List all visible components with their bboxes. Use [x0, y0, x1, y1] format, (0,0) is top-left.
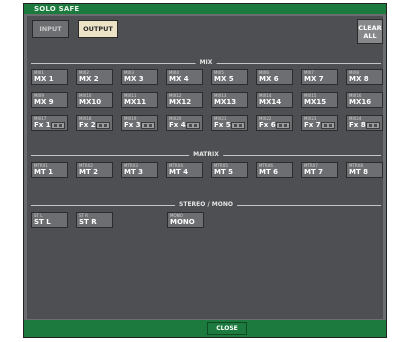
- channel-name-label: MX16: [349, 98, 372, 106]
- channel-name-label: MX14: [259, 98, 282, 106]
- channel-button-mx3[interactable]: MIX3 MX 3: [121, 69, 158, 85]
- channel-name-label: Fx 7: [304, 121, 321, 129]
- mix-section-header: MIX: [31, 59, 381, 67]
- channel-button-fx3[interactable]: MIX19 Fx 3: [121, 115, 158, 131]
- channel-name-label: MT 3: [124, 168, 144, 176]
- channel-name-label: MX 1: [34, 75, 54, 83]
- channel-button-mx2[interactable]: MIX2 MX 2: [76, 69, 113, 85]
- channel-button-mt3[interactable]: MTRX3 MT 3: [121, 162, 158, 178]
- channel-name-label: MX 6: [259, 75, 279, 83]
- channel-name-label: Fx 6: [259, 121, 276, 129]
- channel-name-label: MX13: [214, 98, 237, 106]
- channel-name-label: Fx 5: [214, 121, 231, 129]
- tab-input[interactable]: INPUT: [32, 20, 69, 38]
- channel-name-label: MX 7: [304, 75, 324, 83]
- channel-button-mt1[interactable]: MTRX1 MT 1: [31, 162, 68, 178]
- matrix-section-header: MATRIX: [31, 151, 381, 159]
- channel-button-mx13[interactable]: MIX13 MX13: [211, 92, 248, 108]
- channel-name-label: ST L: [34, 218, 51, 226]
- mix-section-label: MIX: [195, 59, 217, 67]
- channel-name-label: MX15: [304, 98, 327, 106]
- effect-rack-icon: [186, 122, 200, 129]
- channel-button-fx1[interactable]: MIX17 Fx 1: [31, 115, 68, 131]
- channel-button-mt5[interactable]: MTRX5 MT 5: [211, 162, 248, 178]
- channel-button-mx6[interactable]: MIX6 MX 6: [256, 69, 293, 85]
- channel-button-mx4[interactable]: MIX4 MX 4: [166, 69, 203, 85]
- channel-button-mt8[interactable]: MTRX8 MT 8: [346, 162, 383, 178]
- matrix-section-label: MATRIX: [189, 151, 223, 159]
- channel-name-label: MT 5: [214, 168, 234, 176]
- clear-all-label-line1: CLEAR: [358, 23, 382, 32]
- channel-name-label: MX10: [79, 98, 102, 106]
- channel-button-fx2[interactable]: MIX18 Fx 2: [76, 115, 113, 131]
- effect-rack-icon: [276, 122, 290, 129]
- window-title: SOLO SAFE: [34, 5, 80, 13]
- channel-name-label: MX 9: [34, 98, 54, 106]
- effect-rack-icon: [141, 122, 155, 129]
- channel-button-fx5[interactable]: MIX21 Fx 5: [211, 115, 248, 131]
- channel-name-label: MONO: [170, 218, 195, 226]
- channel-button-fx6[interactable]: MIX22 Fx 6: [256, 115, 293, 131]
- channel-name-label: MX12: [169, 98, 192, 106]
- channel-name-label: MT 6: [259, 168, 279, 176]
- channel-name-label: Fx 1: [34, 121, 51, 129]
- channel-button-mx5[interactable]: MIX5 MX 5: [211, 69, 248, 85]
- channel-name-label: MX 2: [79, 75, 99, 83]
- channel-button-mx7[interactable]: MIX7 MX 7: [301, 69, 338, 85]
- stereo-mono-section-header: STEREO / MONO: [31, 201, 381, 209]
- channel-name-label: MT 2: [79, 168, 99, 176]
- channel-button-fx8[interactable]: MIX24 Fx 8: [346, 115, 383, 131]
- channel-name-label: MX 4: [169, 75, 189, 83]
- channel-name-label: MT 4: [169, 168, 189, 176]
- channel-button-mx16[interactable]: MIX16 MX16: [346, 92, 383, 108]
- channel-name-label: Fx 2: [79, 121, 96, 129]
- channel-button-mt6[interactable]: MTRX6 MT 6: [256, 162, 293, 178]
- effect-rack-icon: [51, 122, 65, 129]
- channel-button-mx9[interactable]: MIX9 MX 9: [31, 92, 68, 108]
- stereo-mono-section-label: STEREO / MONO: [175, 201, 237, 209]
- effect-rack-icon: [231, 122, 245, 129]
- channel-button-mx14[interactable]: MIX14 MX14: [256, 92, 293, 108]
- channel-button-mx15[interactable]: MIX15 MX15: [301, 92, 338, 108]
- tab-output[interactable]: OUTPUT: [78, 20, 118, 38]
- clear-all-label-line2: ALL: [363, 31, 377, 40]
- channel-name-label: Fx 3: [124, 121, 141, 129]
- channel-button-mx10[interactable]: MIX10 MX10: [76, 92, 113, 108]
- channel-button-mx8[interactable]: MIX8 MX 8: [346, 69, 383, 85]
- footer-bar: [24, 320, 386, 337]
- channel-name-label: MX 8: [349, 75, 369, 83]
- channel-name-label: MX 5: [214, 75, 234, 83]
- channel-button-stl[interactable]: ST L ST L: [31, 212, 68, 228]
- channel-button-fx7[interactable]: MIX23 Fx 7: [301, 115, 338, 131]
- channel-button-mt4[interactable]: MTRX4 MT 4: [166, 162, 203, 178]
- effect-rack-icon: [366, 122, 380, 129]
- channel-button-mono[interactable]: MONO MONO: [167, 212, 204, 228]
- channel-name-label: MX11: [124, 98, 147, 106]
- channel-name-label: ST R: [79, 218, 97, 226]
- channel-button-mx11[interactable]: MIX11 MX11: [121, 92, 158, 108]
- channel-button-mx1[interactable]: MIX1 MX 1: [31, 69, 68, 85]
- effect-rack-icon: [96, 122, 110, 129]
- channel-button-mt7[interactable]: MTRX7 MT 7: [301, 162, 338, 178]
- channel-button-fx4[interactable]: MIX20 Fx 4: [166, 115, 203, 131]
- channel-name-label: MT 8: [349, 168, 369, 176]
- channel-name-label: Fx 8: [349, 121, 366, 129]
- channel-name-label: MX 3: [124, 75, 144, 83]
- solo-safe-window: SOLO SAFE INPUT OUTPUT CLEAR ALL MIX MAT…: [23, 3, 387, 338]
- clear-all-button[interactable]: CLEAR ALL: [357, 19, 383, 44]
- channel-button-str[interactable]: ST R ST R: [76, 212, 113, 228]
- channel-button-mx12[interactable]: MIX12 MX12: [166, 92, 203, 108]
- channel-name-label: MT 1: [34, 168, 54, 176]
- close-button[interactable]: CLOSE: [207, 322, 247, 335]
- channel-name-label: MT 7: [304, 168, 324, 176]
- channel-name-label: Fx 4: [169, 121, 186, 129]
- channel-button-mt2[interactable]: MTRX2 MT 2: [76, 162, 113, 178]
- effect-rack-icon: [321, 122, 335, 129]
- title-bar: SOLO SAFE: [24, 4, 386, 14]
